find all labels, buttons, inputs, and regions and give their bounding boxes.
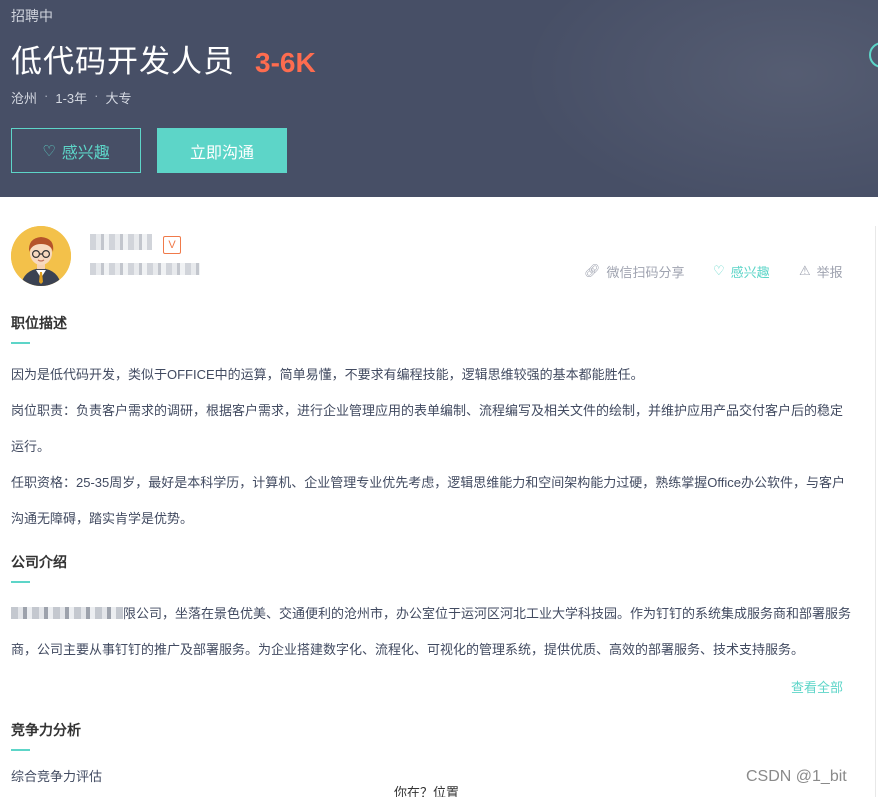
meta-separator: · [44,88,49,103]
report-link[interactable]: ⚠ 举报 [799,262,843,280]
interest-button[interactable]: ♡ 感兴趣 [11,128,141,173]
company-name-blurred [11,607,123,619]
competition-item: 综合竞争力评估 [11,769,103,784]
avatar [11,226,71,286]
interest-link[interactable]: ♡ 感兴趣 [713,262,770,280]
company-intro-title: 公司介绍 [11,554,67,570]
csdn-watermark: CSDN @1_bit [746,768,847,785]
interest-link-label: 感兴趣 [730,264,770,280]
heart-icon: ♡ [713,263,725,278]
job-description-line: 因为是低代码开发，类似于OFFICE中的运算，简单易懂，不要求有编程技能，逻辑思… [11,367,644,382]
wechat-share-link[interactable]: 🔗︎ 微信扫码分享 [584,262,685,280]
section-underline [11,581,30,583]
job-description-title: 职位描述 [11,315,67,331]
job-description-line: 岗位职责：负责客户需求的调研，根据客户需求，进行企业管理应用的表单编制、流程编写… [11,403,844,454]
location-breadcrumb: 你在？位置 [394,785,460,797]
section-underline [11,749,30,751]
link-icon: 🔗︎ [584,263,601,278]
job-description-line: 任职资格：25-35周岁，最好是本科学历，计算机、企业管理专业优先考虑，逻辑思维… [11,475,845,526]
salary: 3-6K [255,47,316,78]
job-title: 低代码开发人员 [11,44,235,79]
job-description-text: 因为是低代码开发，类似于OFFICE中的运算，简单易懂，不要求有编程技能，逻辑思… [11,357,851,537]
recruiter-title-blurred [90,263,200,275]
company-intro-text: 限公司，坐落在景色优美、交通便利的沧州市，办公室位于运河区河北工业大学科技园。作… [11,596,851,668]
meta-separator: · [94,88,99,103]
banner-decoration [498,0,878,197]
job-meta: 沧州 · 1-3年 · 大专 [11,88,132,107]
report-link-label: 举报 [816,264,843,280]
chat-now-button[interactable]: 立即沟通 [157,128,287,173]
heart-icon: ♡ [42,142,56,160]
job-city: 沧州 [11,91,38,106]
job-header-banner: 招聘中 低代码开发人员 3-6K 沧州 · 1-3年 · 大专 ♡ 感兴趣 立即… [0,0,878,197]
right-divider [875,226,876,797]
recruiter-name-blurred [90,234,152,250]
wechat-share-label: 微信扫码分享 [606,264,685,280]
job-degree: 大专 [105,91,132,106]
job-status: 招聘中 [11,8,53,24]
job-experience: 1-3年 [55,91,88,106]
interest-button-label: 感兴趣 [61,144,110,162]
company-intro-body: 限公司，坐落在景色优美、交通便利的沧州市，办公室位于运河区河北工业大学科技园。作… [11,606,852,657]
section-underline [11,342,30,344]
title-row: 低代码开发人员 3-6K [11,36,316,81]
verified-badge: V [163,236,181,254]
competition-title: 竞争力分析 [11,722,81,738]
chat-now-button-label: 立即沟通 [189,144,254,162]
view-all-link[interactable]: 查看全部 [791,677,843,696]
warning-icon: ⚠ [799,263,811,278]
